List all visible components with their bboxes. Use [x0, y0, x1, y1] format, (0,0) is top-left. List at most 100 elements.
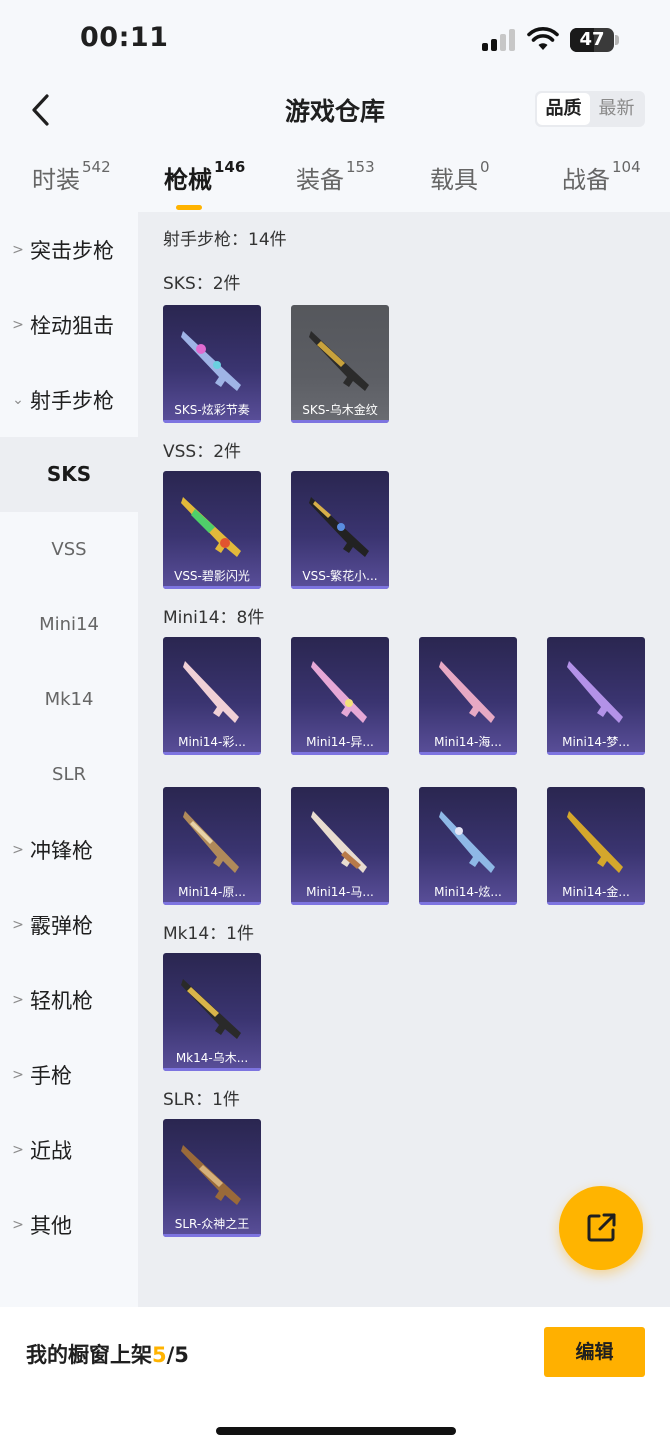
- sidebar-item-marksman-rifle[interactable]: ⌄ 射手步枪: [0, 362, 138, 437]
- bottom-bar: 我的橱窗上架5/5 编辑: [0, 1307, 670, 1449]
- rarity-bar: [547, 902, 645, 905]
- rarity-bar: [419, 752, 517, 755]
- tab-equipment[interactable]: 装备 153: [296, 158, 375, 195]
- rarity-bar: [291, 902, 389, 905]
- tab-outfits[interactable]: 时装 542: [32, 158, 111, 195]
- sidebar-sub-sks[interactable]: SKS: [0, 437, 138, 512]
- sidebar-item-smg[interactable]: > 冲锋枪: [0, 812, 138, 887]
- weapon-name: VSS-繁花小...: [302, 569, 378, 583]
- rifle-skin-icon: [183, 661, 239, 723]
- weapon-name: Mini14-异...: [306, 735, 374, 749]
- weapon-card[interactable]: Mini14-原...: [163, 787, 261, 905]
- rifle-skin-icon: [181, 1145, 241, 1205]
- sidebar-sub-mk14[interactable]: Mk14: [0, 662, 138, 737]
- status-bar: 00:11 47: [0, 0, 670, 80]
- tab-firearms[interactable]: 枪械 146: [164, 158, 246, 210]
- sidebar-sub-slr[interactable]: SLR: [0, 737, 138, 812]
- sidebar-item-label: 手枪: [30, 1063, 72, 1088]
- rifle-skin-icon: [567, 661, 623, 723]
- sort-toggle: 品质 最新: [535, 91, 645, 127]
- tab-label: 战备: [562, 166, 610, 194]
- rifle-skin-icon: [181, 331, 241, 391]
- sidebar-item-other[interactable]: > 其他: [0, 1187, 138, 1262]
- rifle-skin-icon: [439, 811, 495, 873]
- sidebar-item-shotgun[interactable]: > 霰弹枪: [0, 887, 138, 962]
- status-time: 00:11: [80, 22, 169, 53]
- battery-icon: 47: [570, 28, 614, 52]
- weapon-card[interactable]: Mini14-马...: [291, 787, 389, 905]
- tab-count: 104: [612, 158, 641, 176]
- rifle-skin-icon: [311, 811, 367, 873]
- weapon-name: Mk14-乌木...: [175, 1051, 249, 1065]
- chevron-right-icon: >: [12, 1216, 24, 1233]
- weapon-name: Mini14-炫...: [434, 885, 502, 899]
- sort-newest-button[interactable]: 最新: [590, 93, 643, 125]
- rifle-skin-icon: [183, 811, 239, 873]
- home-indicator: [216, 1427, 456, 1435]
- sidebar-item-pistol[interactable]: > 手枪: [0, 1037, 138, 1112]
- tab-supplies[interactable]: 战备 104: [562, 158, 641, 195]
- chevron-right-icon: >: [12, 1141, 24, 1158]
- showcase-used: 5: [152, 1343, 167, 1367]
- weapon-card[interactable]: Mini14-炫...: [419, 787, 517, 905]
- chevron-right-icon: >: [12, 916, 24, 933]
- weapon-card[interactable]: SLR-众神之王: [163, 1119, 261, 1237]
- rarity-bar: [163, 420, 261, 423]
- sidebar-item-label: 射手步枪: [30, 388, 114, 413]
- tab-label: 装备: [296, 166, 344, 194]
- sidebar-item-label: 轻机枪: [30, 988, 93, 1013]
- sidebar-item-label: 突击步枪: [30, 238, 114, 263]
- weapon-card[interactable]: Mk14-乌木...: [163, 953, 261, 1071]
- weapon-card[interactable]: VSS-碧影闪光: [163, 471, 261, 589]
- weapon-card[interactable]: Mini14-梦...: [547, 637, 645, 755]
- sidebar-item-bolt-sniper[interactable]: > 栓动狙击: [0, 287, 138, 362]
- weapon-name: Mini14-原...: [178, 885, 246, 899]
- rifle-skin-icon: [309, 497, 369, 557]
- wifi-icon: [527, 27, 559, 50]
- rarity-bar: [291, 420, 389, 423]
- weapon-card[interactable]: Mini14-海...: [419, 637, 517, 755]
- rifle-skin-icon: [439, 661, 495, 723]
- weapon-name: Mini14-海...: [434, 735, 502, 749]
- weapon-grid: 射手步枪：14件 SKS：2件 SKS-炫彩节奏 SKS-乌木金纹 VSS：2件…: [138, 212, 670, 1307]
- sidebar-item-label: 栓动狙击: [30, 313, 114, 338]
- edit-button[interactable]: 编辑: [544, 1327, 645, 1377]
- rifle-skin-icon: [309, 331, 369, 391]
- sidebar-item-label: 其他: [30, 1213, 72, 1238]
- share-button[interactable]: [559, 1186, 643, 1270]
- share-external-icon: [587, 1213, 616, 1242]
- weapon-card[interactable]: Mini14-异...: [291, 637, 389, 755]
- sidebar-item-lmg[interactable]: > 轻机枪: [0, 962, 138, 1037]
- tab-count: 0: [480, 158, 490, 176]
- section-title-vss: VSS：2件: [163, 442, 242, 462]
- chevron-right-icon: >: [12, 241, 24, 258]
- rarity-bar: [419, 902, 517, 905]
- weapon-card[interactable]: VSS-繁花小...: [291, 471, 389, 589]
- rifle-skin-icon: [181, 497, 241, 557]
- tab-label: 时装: [32, 166, 80, 194]
- rifle-skin-icon: [567, 811, 623, 873]
- weapon-card[interactable]: SKS-乌木金纹: [291, 305, 389, 423]
- sidebar-item-assault-rifle[interactable]: > 突击步枪: [0, 212, 138, 287]
- marksman-total: 射手步枪：14件: [163, 230, 287, 250]
- weapon-card[interactable]: SKS-炫彩节奏: [163, 305, 261, 423]
- weapon-name: Mini14-金...: [562, 885, 630, 899]
- weapon-card[interactable]: Mini14-金...: [547, 787, 645, 905]
- tab-count: 146: [214, 158, 246, 176]
- sidebar-sub-mini14[interactable]: Mini14: [0, 587, 138, 662]
- sidebar-sub-vss[interactable]: VSS: [0, 512, 138, 587]
- chevron-right-icon: >: [12, 316, 24, 333]
- sidebar-item-melee[interactable]: > 近战: [0, 1112, 138, 1187]
- tab-vehicles[interactable]: 载具 0: [430, 158, 490, 195]
- rarity-bar: [547, 752, 645, 755]
- sort-quality-button[interactable]: 品质: [537, 93, 590, 125]
- sidebar-item-label: 冲锋枪: [30, 838, 93, 863]
- rarity-bar: [163, 586, 261, 589]
- tab-label: 枪械: [164, 166, 212, 194]
- rarity-bar: [163, 1234, 261, 1237]
- rarity-bar: [291, 586, 389, 589]
- weapon-card[interactable]: Mini14-彩...: [163, 637, 261, 755]
- rarity-bar: [163, 902, 261, 905]
- rarity-bar: [291, 752, 389, 755]
- weapon-name: SKS-乌木金纹: [302, 403, 378, 417]
